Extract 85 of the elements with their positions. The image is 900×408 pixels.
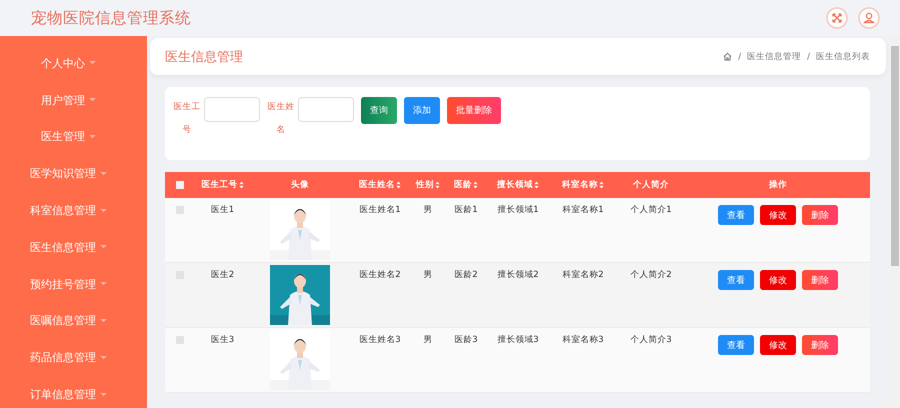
caret-icon — [100, 172, 107, 176]
caret-icon — [100, 392, 107, 397]
column-header: 科室名称 — [562, 179, 598, 191]
caret-icon — [100, 282, 107, 286]
page-title: 医生信息管理 — [165, 48, 243, 66]
caret-icon — [89, 61, 96, 66]
edit-button[interactable]: 修改 — [760, 335, 796, 355]
batch-delete-button[interactable]: 批量删除 — [447, 97, 501, 124]
sort-icon[interactable] — [396, 181, 401, 189]
field-label: 医生工号 — [173, 101, 201, 137]
table-cell: 医生姓名1 — [359, 204, 401, 216]
table-cell: 医生姓名2 — [359, 269, 401, 281]
column-header: 性别 — [416, 179, 434, 191]
sidebar-item[interactable]: 医嘱信息管理 — [0, 302, 147, 340]
sidebar-item[interactable]: 个人中心 — [0, 45, 147, 82]
breadcrumb-separator: / — [738, 52, 742, 62]
table-cell: 个人简介1 — [630, 204, 672, 216]
delete-button[interactable]: 删除 — [802, 205, 838, 225]
column-header: 擅长领域 — [497, 179, 533, 191]
delete-button[interactable]: 删除 — [802, 270, 838, 290]
caret-icon — [89, 98, 96, 102]
fullscreen-icon[interactable] — [826, 7, 848, 29]
input-field[interactable] — [298, 97, 354, 122]
table-cell: 个人简介2 — [630, 269, 672, 281]
home-icon[interactable] — [723, 52, 732, 61]
column-header: 医生姓名 — [359, 179, 395, 191]
checkbox[interactable] — [176, 336, 184, 344]
table-cell: 医生2 — [210, 269, 234, 281]
table-cell: 医生3 — [210, 334, 234, 346]
sidebar-item[interactable]: 用户管理 — [0, 82, 147, 119]
app-title: 宠物医院信息管理系统 — [31, 8, 191, 28]
sidebar-item[interactable]: 预约挂号管理 — [0, 266, 147, 303]
column-header: 头像 — [291, 179, 309, 191]
breadcrumb-item[interactable]: 医生信息管理 — [747, 50, 802, 62]
table-cell: 医龄1 — [454, 204, 478, 216]
table-cell: 科室名称3 — [562, 334, 604, 346]
input-field[interactable] — [204, 97, 260, 122]
caret-icon — [100, 245, 107, 250]
view-button[interactable]: 查看 — [718, 205, 754, 225]
add-button[interactable]: 添加 — [404, 97, 440, 124]
caret-icon — [89, 134, 96, 139]
sidebar-item[interactable]: 订单信息管理 — [0, 376, 147, 408]
sort-icon[interactable] — [435, 181, 440, 189]
sidebar-item[interactable]: 药品信息管理 — [0, 339, 147, 376]
table-cell: 医龄3 — [454, 334, 478, 346]
column-header: 操作 — [769, 179, 787, 191]
checkbox[interactable] — [176, 206, 184, 214]
sort-icon[interactable] — [534, 181, 539, 189]
scrollbar[interactable] — [890, 36, 900, 408]
table-cell: 男 — [424, 269, 432, 281]
table-cell: 擅长领域2 — [497, 269, 539, 281]
table-cell: 科室名称1 — [562, 204, 604, 216]
table-cell: 科室名称2 — [562, 269, 604, 281]
edit-button[interactable]: 修改 — [760, 270, 796, 290]
sidebar-item[interactable]: 医生管理 — [0, 118, 147, 156]
column-header: 个人简介 — [633, 179, 669, 191]
table-cell: 医龄2 — [454, 269, 478, 281]
edit-button[interactable]: 修改 — [760, 205, 796, 225]
table-cell: 男 — [424, 334, 432, 346]
view-button[interactable]: 查看 — [718, 270, 754, 290]
column-header: 医龄 — [454, 179, 472, 191]
caret-icon — [100, 208, 107, 213]
view-button[interactable]: 查看 — [718, 335, 754, 355]
table-cell: 医生1 — [210, 204, 234, 216]
sidebar-item[interactable]: 医学知识管理 — [0, 155, 147, 192]
breadcrumb-item[interactable]: 医生信息列表 — [816, 50, 870, 62]
table-cell: 医生姓名3 — [359, 334, 401, 346]
caret-icon — [100, 356, 107, 360]
field-label: 医生姓名 — [267, 101, 295, 137]
table-cell: 擅长领域3 — [497, 334, 539, 346]
sort-icon[interactable] — [599, 181, 604, 189]
caret-icon — [100, 318, 107, 323]
breadcrumb-separator: / — [807, 52, 810, 62]
sort-icon[interactable] — [238, 181, 244, 189]
user-icon[interactable] — [858, 7, 880, 29]
sidebar-item[interactable]: 医生信息管理 — [0, 228, 147, 266]
table-cell: 擅长领域1 — [497, 204, 539, 216]
table-cell: 男 — [424, 204, 432, 216]
sort-icon[interactable] — [473, 181, 478, 189]
column-header: 医生工号 — [202, 179, 238, 191]
delete-button[interactable]: 删除 — [802, 335, 838, 355]
sidebar-item[interactable]: 科室信息管理 — [0, 192, 147, 229]
query-button[interactable]: 查询 — [361, 97, 397, 124]
table-cell: 个人简介3 — [630, 334, 672, 346]
checkbox[interactable] — [176, 181, 184, 189]
